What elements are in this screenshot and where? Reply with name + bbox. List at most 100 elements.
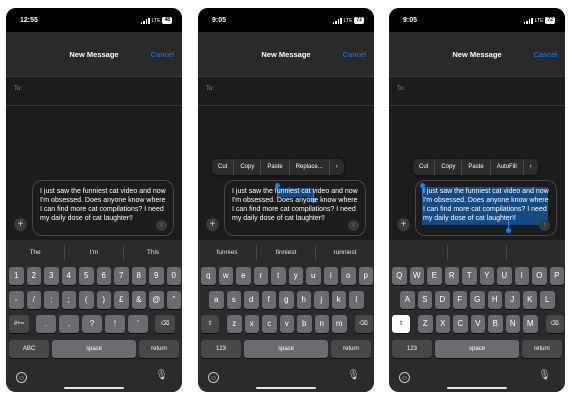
menu-item-copy[interactable]: Copy <box>234 159 262 175</box>
cancel-button[interactable]: Cancel <box>534 50 557 59</box>
key-y[interactable]: y <box>288 267 303 285</box>
key-colon[interactable]: : <box>44 291 59 309</box>
mode-key[interactable]: 123 <box>201 340 241 358</box>
home-indicator[interactable] <box>64 386 124 389</box>
cancel-button[interactable]: Cancel <box>343 50 366 59</box>
key-m[interactable]: m <box>332 315 347 333</box>
suggestion-item[interactable]: finniest <box>257 245 316 261</box>
suggestion-item[interactable]: I'm <box>65 245 124 261</box>
key-9[interactable]: 9 <box>149 267 164 285</box>
menu-more-chevron-icon[interactable]: › <box>524 159 538 175</box>
key-e[interactable]: e <box>236 267 251 285</box>
microphone-icon[interactable]: 🎙 <box>538 370 551 381</box>
key-s[interactable]: s <box>226 291 241 309</box>
emoji-icon[interactable]: ☺ <box>399 372 410 383</box>
key-a[interactable]: a <box>209 291 224 309</box>
plus-icon[interactable]: + <box>206 218 219 231</box>
key-r[interactable]: R <box>444 267 459 285</box>
recipient-field[interactable]: To: <box>389 76 565 106</box>
key-q[interactable]: Q <box>392 267 407 285</box>
key-5[interactable]: 5 <box>79 267 94 285</box>
key-n[interactable]: n <box>314 315 329 333</box>
key-j[interactable]: J <box>505 291 520 309</box>
key-comma[interactable]: , <box>59 315 79 333</box>
key-c[interactable]: c <box>262 315 277 333</box>
key-m[interactable]: M <box>523 315 538 333</box>
key-w[interactable]: w <box>218 267 233 285</box>
key-j[interactable]: j <box>314 291 329 309</box>
key-q[interactable]: q <box>201 267 216 285</box>
key-g[interactable]: g <box>279 291 294 309</box>
key-s[interactable]: S <box>417 291 432 309</box>
return-key[interactable]: return <box>331 340 371 358</box>
key-z[interactable]: Z <box>418 315 433 333</box>
space-key[interactable]: space <box>435 340 519 358</box>
key-x[interactable]: x <box>244 315 259 333</box>
return-key[interactable]: return <box>139 340 179 358</box>
symbols-key[interactable]: #+= <box>9 315 29 333</box>
suggestion-item[interactable]: funnies <box>198 245 257 261</box>
message-text[interactable]: I just saw the funniest cat video and no… <box>232 187 360 223</box>
recipient-field[interactable]: To: <box>198 76 374 106</box>
suggestion-item[interactable] <box>507 245 565 261</box>
menu-more-chevron-icon[interactable]: › <box>330 159 344 175</box>
menu-item-copy[interactable]: Copy <box>435 159 463 175</box>
key-b[interactable]: B <box>488 315 503 333</box>
message-text[interactable]: I just saw the funniest cat video and no… <box>423 187 551 223</box>
home-indicator[interactable] <box>256 386 316 389</box>
key-n[interactable]: N <box>505 315 520 333</box>
shift-icon[interactable]: ⇧ <box>201 315 219 333</box>
suggestion-item[interactable]: The <box>6 245 65 261</box>
backspace-icon[interactable]: ⌫ <box>545 315 564 333</box>
message-text[interactable]: I just saw the funniest cat video and no… <box>40 187 168 223</box>
key-f[interactable]: F <box>452 291 467 309</box>
suggestion-item[interactable]: This <box>124 245 182 261</box>
send-icon[interactable]: ↑ <box>156 220 167 231</box>
emoji-icon[interactable]: ☺ <box>16 372 27 383</box>
key-c[interactable]: C <box>453 315 468 333</box>
key-u[interactable]: u <box>306 267 321 285</box>
menu-item-paste[interactable]: Paste <box>261 159 290 175</box>
key-l[interactable]: L <box>540 291 555 309</box>
microphone-icon[interactable]: 🎙 <box>155 370 168 381</box>
menu-item-paste[interactable]: Paste <box>462 159 491 175</box>
mode-key[interactable]: 123 <box>392 340 432 358</box>
key-4[interactable]: 4 <box>61 267 76 285</box>
key-e[interactable]: E <box>427 267 442 285</box>
key-x[interactable]: X <box>435 315 450 333</box>
key-ampersand[interactable]: & <box>131 291 146 309</box>
key-hyphen[interactable]: - <box>9 291 24 309</box>
key-o[interactable]: o <box>341 267 356 285</box>
space-key[interactable]: space <box>52 340 136 358</box>
return-key[interactable]: return <box>522 340 562 358</box>
space-key[interactable]: space <box>244 340 328 358</box>
key-at[interactable]: @ <box>149 291 164 309</box>
backspace-icon[interactable]: ⌫ <box>155 315 175 333</box>
plus-icon[interactable]: + <box>397 218 410 231</box>
message-input[interactable]: I just saw the funniest cat video and no… <box>415 180 557 236</box>
send-icon[interactable]: ↑ <box>348 220 359 231</box>
key-a[interactable]: A <box>400 291 415 309</box>
key-d[interactable]: D <box>435 291 450 309</box>
key-v[interactable]: v <box>279 315 294 333</box>
menu-item-cut[interactable]: Cut <box>212 159 235 175</box>
suggestion-item[interactable] <box>448 245 507 261</box>
key-t[interactable]: t <box>271 267 286 285</box>
key-i[interactable]: i <box>323 267 338 285</box>
key-k[interactable]: K <box>522 291 537 309</box>
menu-item-autofill[interactable]: AutoFill <box>491 159 524 175</box>
key-pound[interactable]: £ <box>114 291 129 309</box>
key-y[interactable]: Y <box>479 267 494 285</box>
key-d[interactable]: d <box>244 291 259 309</box>
plus-icon[interactable]: + <box>14 218 27 231</box>
key-t[interactable]: T <box>462 267 477 285</box>
key-l[interactable]: l <box>349 291 364 309</box>
key-1[interactable]: 1 <box>9 267 24 285</box>
selection-end-knob[interactable] <box>506 228 511 233</box>
key-period[interactable]: . <box>36 315 56 333</box>
suggestion-item[interactable]: runniest <box>316 245 374 261</box>
message-input[interactable]: I just saw the funniest cat video and no… <box>32 180 174 236</box>
key-b[interactable]: b <box>297 315 312 333</box>
home-indicator[interactable] <box>447 386 507 389</box>
key-6[interactable]: 6 <box>96 267 111 285</box>
